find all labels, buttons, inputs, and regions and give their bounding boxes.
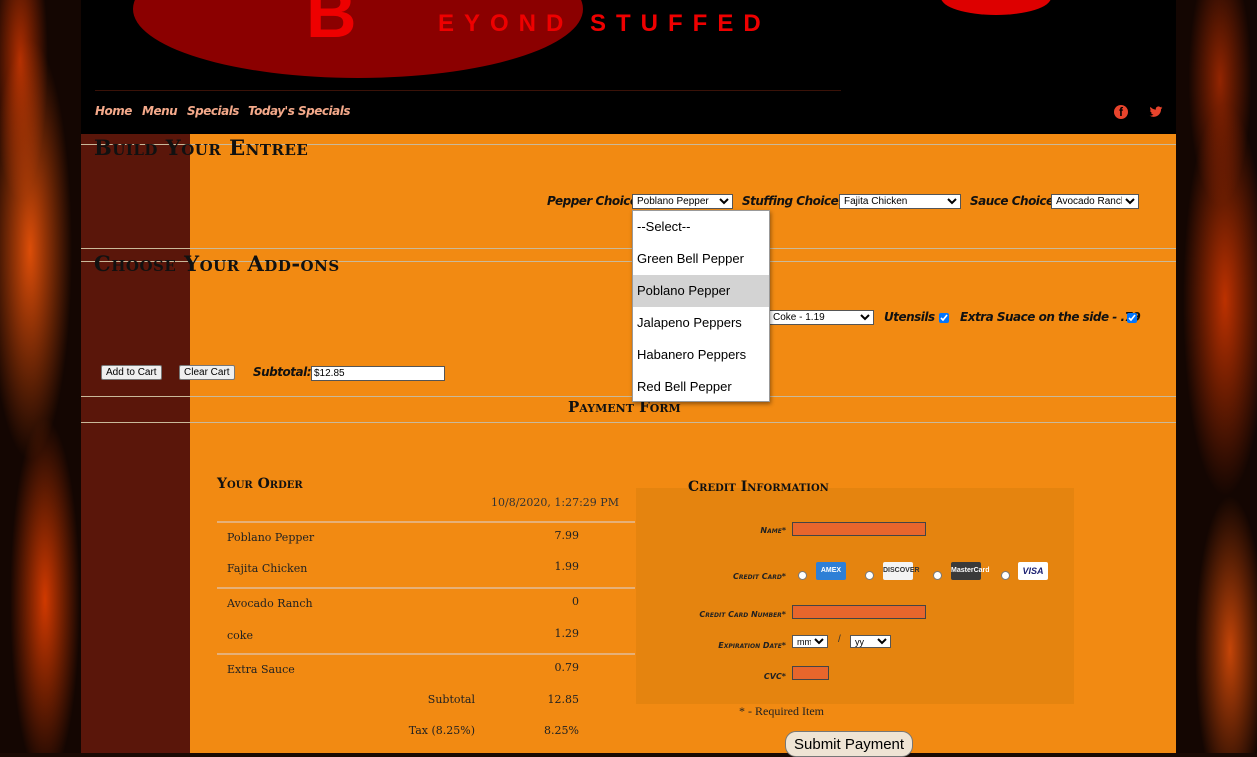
nav-home[interactable]: Home: [95, 104, 132, 118]
extra-sauce-checkbox[interactable]: [1127, 313, 1137, 323]
dropdown-option[interactable]: Jalapeno Peppers: [633, 307, 769, 339]
page-container: B EYOND STUFFED Home Menu Specials Today…: [81, 0, 1176, 757]
credit-info-box: Credit Information Name* Credit Card* AM…: [636, 479, 1074, 704]
logo-text: EYOND STUFFED: [438, 10, 771, 37]
divider: [81, 422, 1176, 423]
sauce-choice-label: Sauce Choice:: [970, 194, 1058, 208]
name-label: Name*: [760, 526, 786, 535]
mastercard-icon: MasterCard: [951, 562, 990, 580]
order-date: 10/8/2020, 1:27:29 PM: [491, 496, 619, 509]
stuffing-choice-select[interactable]: Fajita Chicken: [839, 194, 961, 209]
table-row: Avocado Ranch 0: [227, 595, 579, 610]
expiration-month-select[interactable]: mm: [792, 635, 828, 648]
utensils-checkbox[interactable]: [939, 313, 949, 323]
subtotal-row: Subtotal 12.85: [427, 693, 579, 706]
main-nav: Home Menu Specials Today's Specials f: [81, 100, 1176, 134]
expiration-year-select[interactable]: yy: [850, 635, 891, 648]
twitter-icon[interactable]: [1149, 105, 1163, 119]
cvc-field[interactable]: [792, 666, 829, 680]
card-number-field[interactable]: [792, 605, 926, 619]
table-row: Poblano Pepper 7.99: [227, 529, 579, 544]
required-note: * - Required Item: [739, 704, 824, 718]
card-number-label: Credit Card Number*: [699, 610, 786, 619]
logo-pepper-icon: [941, 0, 1051, 15]
pepper-choice-label: Pepper Choice:: [547, 194, 642, 208]
cvc-label: CVC*: [763, 672, 786, 681]
stuffing-choice-label: Stuffing Choice:: [742, 194, 843, 208]
sauce-choice-select[interactable]: Avocado Ranch: [1051, 194, 1139, 209]
table-row: Fajita Chicken 1.99: [227, 560, 579, 575]
pepper-choice-select[interactable]: Poblano Pepper: [632, 194, 733, 209]
expiration-separator: /: [838, 634, 841, 645]
name-field[interactable]: [792, 522, 926, 536]
dropdown-option[interactable]: Green Bell Pepper: [633, 243, 769, 275]
left-sidebar-strip: [81, 134, 190, 753]
add-to-cart-button[interactable]: Add to Cart: [101, 365, 162, 380]
tax-row: Tax (8.25%) 8.25%: [408, 724, 579, 737]
discover-card-icon: DISCOVER: [883, 562, 920, 580]
site-header: B EYOND STUFFED: [81, 0, 1176, 90]
divider: [81, 248, 1176, 249]
facebook-icon[interactable]: f: [1114, 105, 1128, 119]
amex-radio[interactable]: [798, 571, 807, 580]
addons-title: Choose Your Add-ons: [94, 251, 340, 276]
amex-card-icon: AMEX: [816, 562, 846, 580]
table-row: Extra Sauce 0.79: [227, 661, 579, 676]
subtotal-label: Subtotal:: [253, 365, 312, 379]
mastercard-radio[interactable]: [933, 571, 942, 580]
content-area: Build Your Entree Pepper Choice: Poblano…: [81, 134, 1176, 757]
visa-card-icon: VISA: [1018, 562, 1048, 580]
nav-todays-specials[interactable]: Today's Specials: [248, 104, 350, 118]
pepper-dropdown-list: --Select-- Green Bell Pepper Poblano Pep…: [632, 210, 770, 402]
extra-sauce-label: Extra Suace on the side - .79: [960, 310, 1141, 324]
drink-select[interactable]: Coke - 1.19: [768, 310, 874, 325]
credit-card-label: Credit Card*: [733, 572, 786, 581]
dropdown-option[interactable]: Habanero Peppers: [633, 339, 769, 371]
discover-radio[interactable]: [865, 571, 874, 580]
submit-payment-button[interactable]: Submit Payment: [785, 731, 914, 757]
expiration-label: Expiration Date*: [718, 641, 786, 650]
utensils-label: Utensils: [884, 310, 935, 324]
divider: [81, 396, 1176, 397]
credit-info-title: Credit Information: [688, 479, 829, 495]
table-row: coke 1.29: [227, 627, 579, 642]
subtotal-field[interactable]: [311, 366, 445, 381]
logo-letter: B: [306, 0, 357, 52]
clear-cart-button[interactable]: Clear Cart: [179, 365, 235, 380]
build-entree-title: Build Your Entree: [94, 135, 309, 160]
header-divider: [95, 90, 841, 91]
visa-radio[interactable]: [1001, 571, 1010, 580]
nav-menu[interactable]: Menu: [142, 104, 178, 118]
your-order-title: Your Order: [217, 476, 303, 492]
dropdown-option[interactable]: --Select--: [633, 211, 769, 243]
dropdown-option-selected[interactable]: Poblano Pepper: [633, 275, 769, 307]
dropdown-option[interactable]: Red Bell Pepper: [633, 371, 769, 403]
nav-specials[interactable]: Specials: [187, 104, 239, 118]
